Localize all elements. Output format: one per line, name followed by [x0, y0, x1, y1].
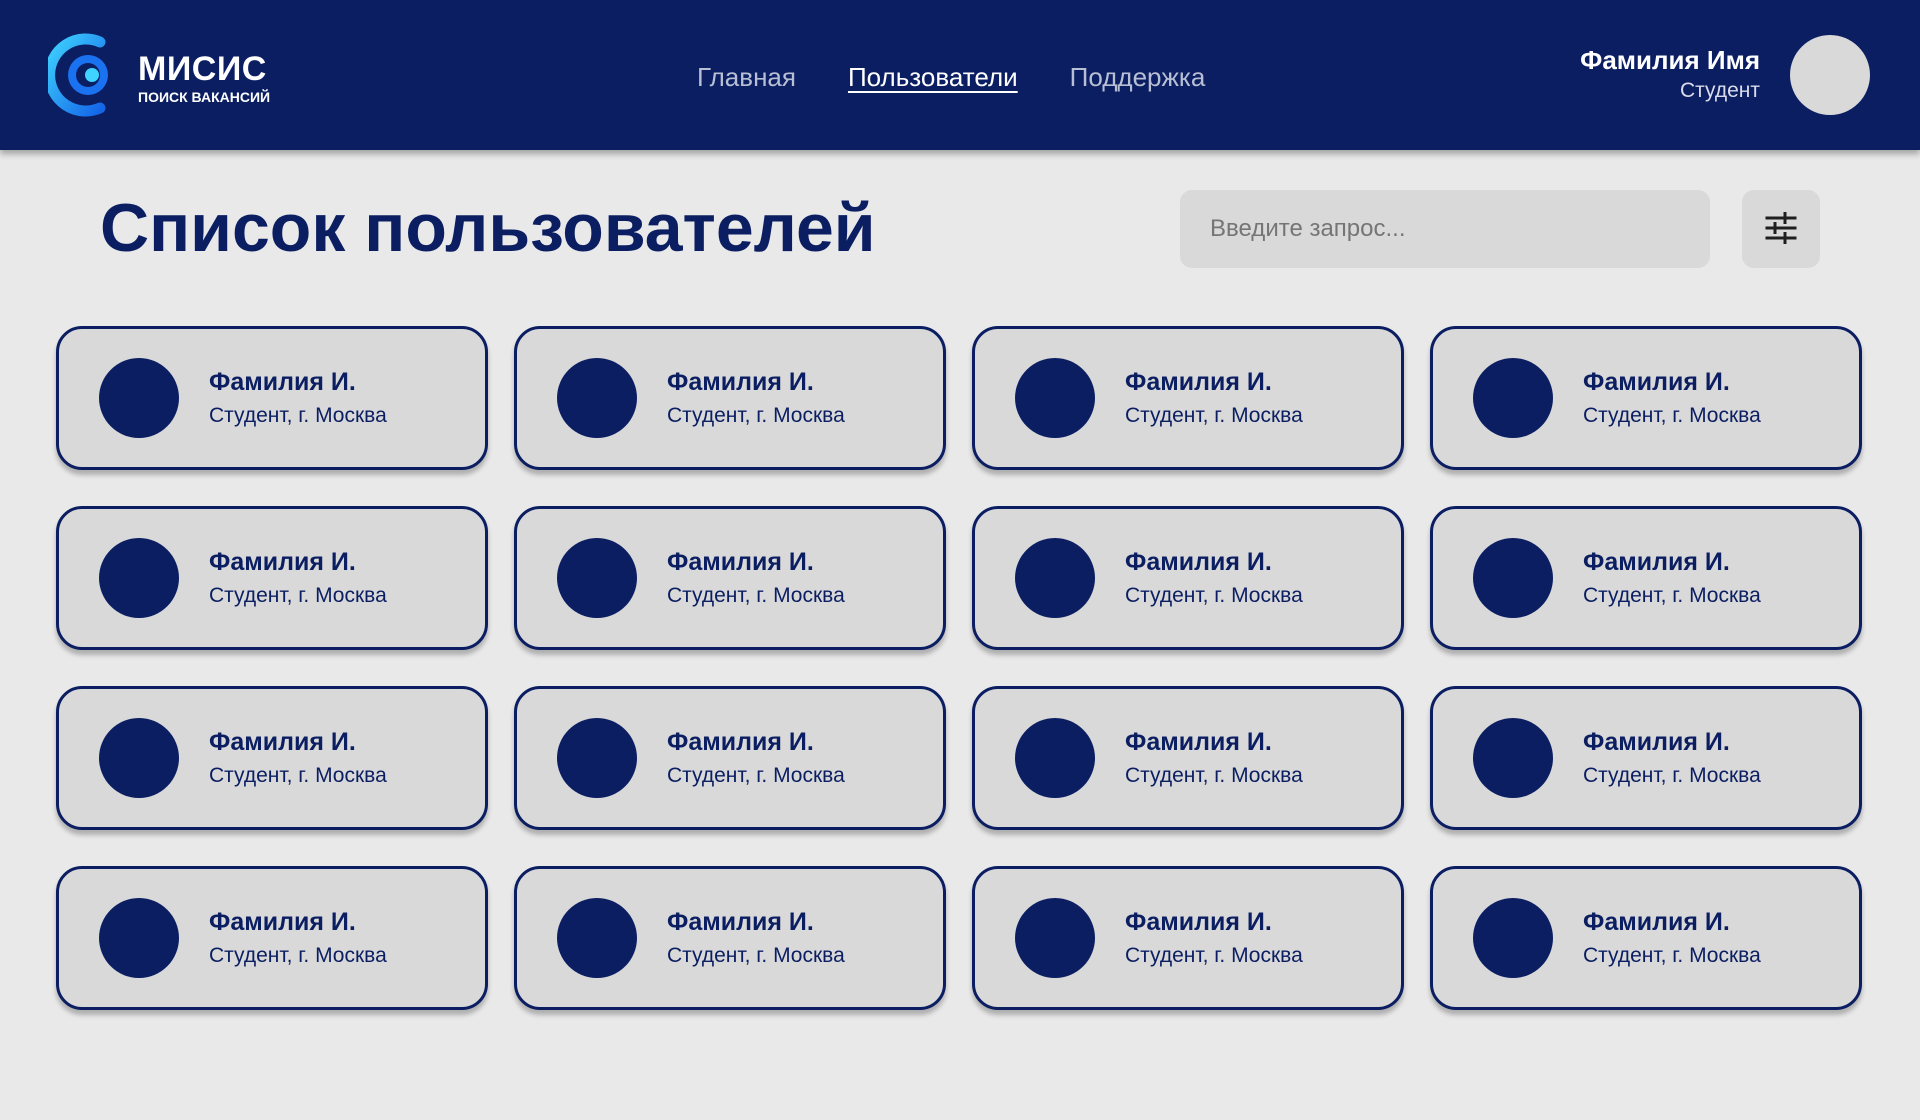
user-info[interactable]: Фамилия Имя Студент: [1580, 44, 1760, 103]
user-card[interactable]: Фамилия И. Студент, г. Москва: [514, 326, 946, 470]
user-card-text: Фамилия И. Студент, г. Москва: [1125, 727, 1303, 789]
user-card-avatar: [99, 358, 179, 438]
user-card-text: Фамилия И. Студент, г. Москва: [209, 727, 387, 789]
logo-name: МИСИС: [138, 49, 267, 88]
user-card-text: Фамилия И. Студент, г. Москва: [1125, 907, 1303, 969]
user-card-text: Фамилия И. Студент, г. Москва: [667, 367, 845, 429]
logo[interactable]: МИСИС ПОИСК ВАКАНСИЙ: [44, 32, 271, 123]
page-title: Список пользователей: [100, 190, 876, 266]
user-card-avatar: [1473, 538, 1553, 618]
user-card-desc: Студент, г. Москва: [209, 404, 387, 427]
user-card[interactable]: Фамилия И. Студент, г. Москва: [1430, 506, 1862, 650]
user-card-avatar: [99, 898, 179, 978]
user-card-text: Фамилия И. Студент, г. Москва: [667, 907, 845, 969]
user-card-name: Фамилия И.: [209, 368, 356, 396]
misis-logo-icon: [44, 32, 126, 123]
user-name: Фамилия Имя: [1580, 45, 1760, 75]
user-role: Студент: [1680, 79, 1760, 102]
user-card-avatar: [1015, 898, 1095, 978]
user-card[interactable]: Фамилия И. Студент, г. Москва: [972, 686, 1404, 830]
user-card-desc: Студент, г. Москва: [1125, 944, 1303, 967]
user-card-desc: Студент, г. Москва: [209, 764, 387, 787]
user-card[interactable]: Фамилия И. Студент, г. Москва: [56, 506, 488, 650]
user-card-text: Фамилия И. Студент, г. Москва: [667, 547, 845, 609]
user-card-desc: Студент, г. Москва: [1583, 764, 1761, 787]
user-card[interactable]: Фамилия И. Студент, г. Москва: [514, 866, 946, 1010]
user-card[interactable]: Фамилия И. Студент, г. Москва: [56, 866, 488, 1010]
user-card[interactable]: Фамилия И. Студент, г. Москва: [56, 326, 488, 470]
filter-button[interactable]: [1742, 190, 1820, 268]
user-card-desc: Студент, г. Москва: [1583, 944, 1761, 967]
user-card-avatar: [557, 718, 637, 798]
user-card-avatar: [557, 358, 637, 438]
user-card-desc: Студент, г. Москва: [1125, 404, 1303, 427]
user-card-avatar: [1473, 718, 1553, 798]
user-card-desc: Студент, г. Москва: [1583, 404, 1761, 427]
user-card-text: Фамилия И. Студент, г. Москва: [1583, 907, 1761, 969]
user-card-desc: Студент, г. Москва: [667, 944, 845, 967]
user-card-desc: Студент, г. Москва: [1125, 764, 1303, 787]
user-card-desc: Студент, г. Москва: [667, 584, 845, 607]
main-nav: Главная Пользователи Поддержка: [697, 62, 1205, 92]
user-card[interactable]: Фамилия И. Студент, г. Москва: [514, 686, 946, 830]
user-card[interactable]: Фамилия И. Студент, г. Москва: [1430, 866, 1862, 1010]
user-card-name: Фамилия И.: [1125, 728, 1272, 756]
user-card-text: Фамилия И. Студент, г. Москва: [1125, 367, 1303, 429]
user-card[interactable]: Фамилия И. Студент, г. Москва: [1430, 326, 1862, 470]
user-card-desc: Студент, г. Москва: [209, 584, 387, 607]
user-card[interactable]: Фамилия И. Студент, г. Москва: [972, 326, 1404, 470]
nav-users-link[interactable]: Пользователи: [848, 62, 1018, 92]
user-card-text: Фамилия И. Студент, г. Москва: [1583, 547, 1761, 609]
search-input[interactable]: [1180, 190, 1710, 268]
user-card-name: Фамилия И.: [1583, 368, 1730, 396]
user-card-text: Фамилия И. Студент, г. Москва: [209, 367, 387, 429]
user-card-name: Фамилия И.: [1583, 728, 1730, 756]
user-card-avatar: [1015, 358, 1095, 438]
user-card-text: Фамилия И. Студент, г. Москва: [209, 547, 387, 609]
user-card-name: Фамилия И.: [1583, 548, 1730, 576]
user-card-avatar: [1015, 538, 1095, 618]
user-card[interactable]: Фамилия И. Студент, г. Москва: [1430, 686, 1862, 830]
user-card-name: Фамилия И.: [1125, 548, 1272, 576]
user-card[interactable]: Фамилия И. Студент, г. Москва: [56, 686, 488, 830]
user-card-name: Фамилия И.: [209, 548, 356, 576]
user-card-text: Фамилия И. Студент, г. Москва: [209, 907, 387, 969]
user-card-avatar: [99, 718, 179, 798]
user-card-desc: Студент, г. Москва: [1583, 584, 1761, 607]
user-card-name: Фамилия И.: [209, 908, 356, 936]
user-card-name: Фамилия И.: [667, 548, 814, 576]
user-card-name: Фамилия И.: [1583, 908, 1730, 936]
user-card-avatar: [557, 898, 637, 978]
user-card-name: Фамилия И.: [667, 368, 814, 396]
user-card-name: Фамилия И.: [667, 728, 814, 756]
nav-home-link[interactable]: Главная: [697, 62, 796, 92]
user-card-desc: Студент, г. Москва: [209, 944, 387, 967]
user-list: Фамилия И. Студент, г. Москва Фамилия И. Ст…: [56, 326, 1862, 1010]
user-card-desc: Студент, г. Москва: [667, 764, 845, 787]
nav-support-link[interactable]: Поддержка: [1070, 62, 1206, 92]
user-card-avatar: [1473, 358, 1553, 438]
logo-subtitle: ПОИСК ВАКАНСИЙ: [138, 88, 271, 105]
top-header: МИСИС ПОИСК ВАКАНСИЙ Главная Пользовател…: [0, 0, 1920, 150]
avatar[interactable]: [1790, 35, 1870, 115]
user-card-name: Фамилия И.: [209, 728, 356, 756]
user-card-avatar: [557, 538, 637, 618]
user-card-avatar: [1473, 898, 1553, 978]
user-card-avatar: [1015, 718, 1095, 798]
user-card-name: Фамилия И.: [1125, 368, 1272, 396]
user-card-text: Фамилия И. Студент, г. Москва: [667, 727, 845, 789]
user-card-avatar: [99, 538, 179, 618]
filter-sliders-icon: [1764, 211, 1798, 248]
user-card-text: Фамилия И. Студент, г. Москва: [1583, 727, 1761, 789]
user-card-name: Фамилия И.: [1125, 908, 1272, 936]
user-card[interactable]: Фамилия И. Студент, г. Москва: [972, 866, 1404, 1010]
user-card-name: Фамилия И.: [667, 908, 814, 936]
user-card-text: Фамилия И. Студент, г. Москва: [1583, 367, 1761, 429]
user-card[interactable]: Фамилия И. Студент, г. Москва: [972, 506, 1404, 650]
user-card-text: Фамилия И. Студент, г. Москва: [1125, 547, 1303, 609]
user-card-desc: Студент, г. Москва: [667, 404, 845, 427]
user-card[interactable]: Фамилия И. Студент, г. Москва: [514, 506, 946, 650]
user-card-desc: Студент, г. Москва: [1125, 584, 1303, 607]
